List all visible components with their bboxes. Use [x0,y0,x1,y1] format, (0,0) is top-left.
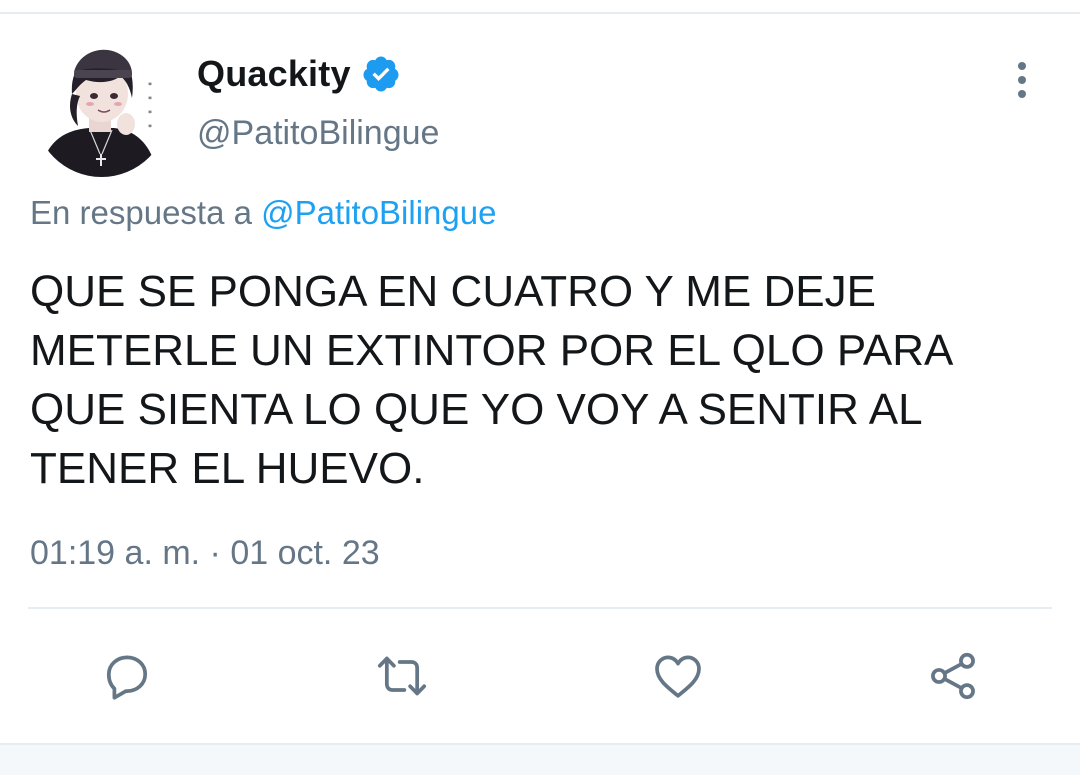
tweet-timestamp[interactable]: 01:19 a. m. · 01 oct. 23 [30,534,380,573]
more-dot-icon [1018,62,1026,70]
share-button[interactable] [923,646,983,706]
author-handle[interactable]: @PatitoBilingue [197,114,439,153]
tweet-card[interactable]: * * * * Quackity @PatitoBilingue En resp… [0,14,1080,743]
tweet-text-line: METERLE UN EXTINTOR POR EL QLO PARA [30,326,954,375]
reply-context: En respuesta a @PatitoBilingue [30,194,496,232]
more-options-button[interactable] [1000,58,1044,102]
tweet-text-line: QUE SIENTA LO QUE YO VOY A SENTIR AL [30,385,923,434]
avatar-illustration: * * * * [34,42,168,177]
reply-icon [106,655,148,700]
divider [28,607,1052,609]
reply-context-prefix: En respuesta a [30,194,252,231]
more-dot-icon [1018,90,1026,98]
heart-icon [655,655,701,698]
share-icon [931,652,975,700]
verified-badge-icon [361,54,401,94]
more-dot-icon [1018,76,1026,84]
tweet-text-line: QUE SE PONGA EN CUATRO Y ME DEJE [30,267,876,316]
author-name-row[interactable]: Quackity [197,52,401,96]
reply-mention-link[interactable]: @PatitoBilingue [261,194,496,231]
tweet-text: QUE SE PONGA EN CUATRO Y ME DEJE METERLE… [30,262,1030,498]
svg-text:*: * [148,95,152,104]
avatar[interactable]: * * * * [34,42,169,177]
author-display-name[interactable]: Quackity [197,53,351,95]
like-button[interactable] [648,646,708,706]
tweet-text-line: TENER EL HUEVO. [30,444,425,493]
reply-button[interactable] [97,646,157,706]
svg-text:*: * [148,123,152,132]
feed-gap [0,745,1080,775]
top-separator [0,0,1080,14]
retweet-icon [377,656,427,696]
svg-text:*: * [148,109,152,118]
retweet-button[interactable] [372,646,432,706]
svg-text:*: * [148,81,152,90]
